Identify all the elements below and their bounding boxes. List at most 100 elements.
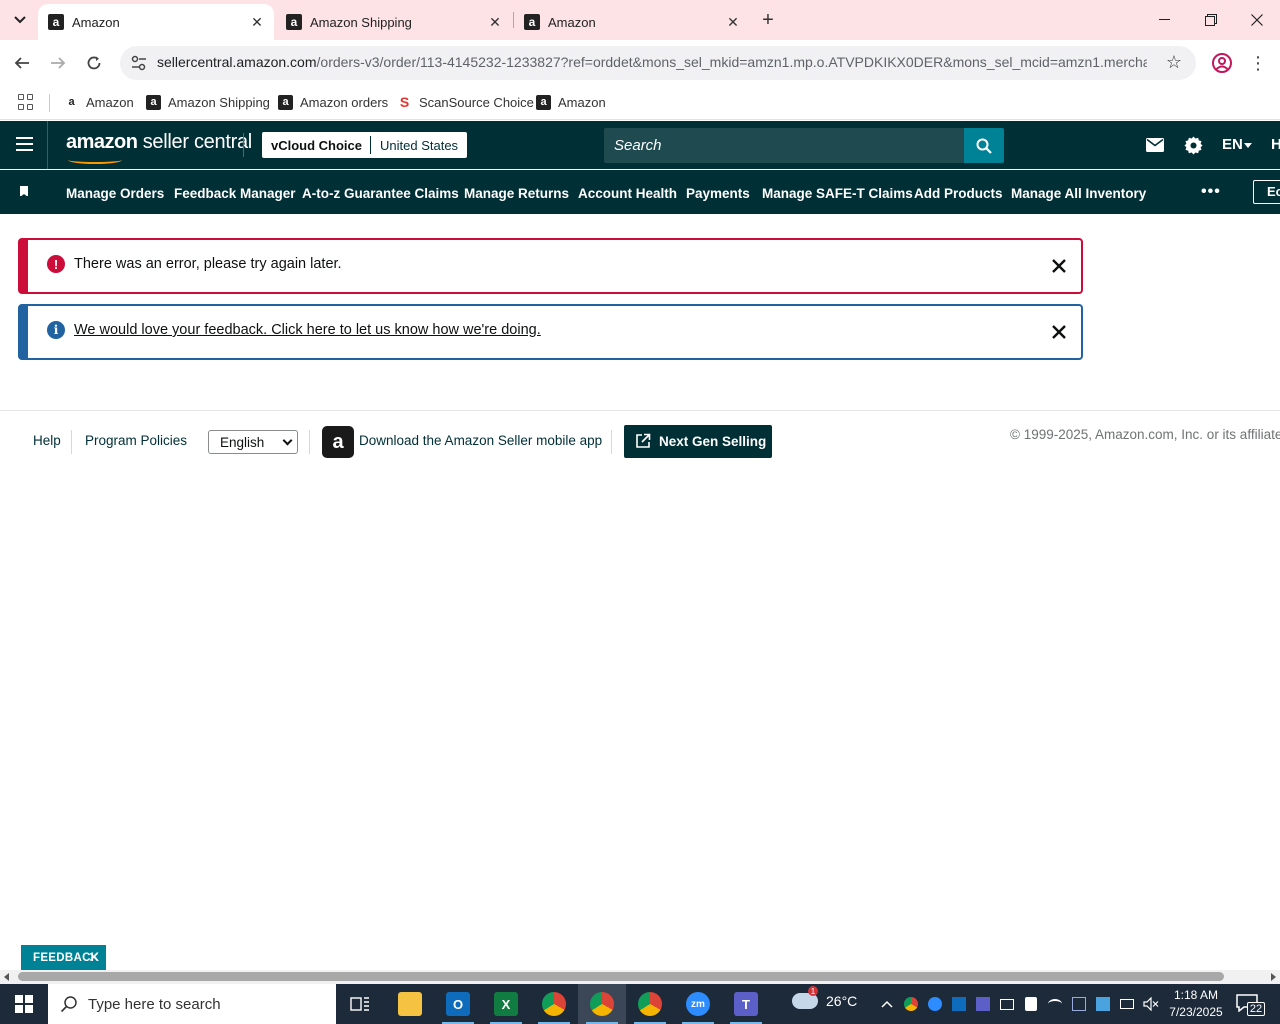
bookmark-amazon-orders[interactable]: a Amazon orders [278, 91, 388, 113]
taskbar-teams[interactable]: T [722, 984, 770, 1024]
feedback-tab[interactable]: FEEDBACK ✕ [21, 945, 106, 971]
nav-manage-returns[interactable]: Manage Returns [464, 186, 569, 201]
help-link[interactable]: H [1271, 136, 1280, 153]
amazon-app-icon[interactable]: a [322, 426, 354, 458]
more-options-icon[interactable]: ••• [1201, 183, 1221, 201]
header-divider [47, 121, 48, 169]
taskbar-chrome-profile-active[interactable] [578, 984, 626, 1024]
new-tab-button[interactable]: + [758, 9, 778, 31]
restore-icon [1205, 14, 1217, 26]
taskbar-chrome-profile-2[interactable] [626, 984, 674, 1024]
nav-payments[interactable]: Payments [686, 186, 750, 201]
close-tab-icon[interactable]: ✕ [248, 13, 266, 31]
search-input[interactable]: Search [604, 128, 964, 163]
language-selector[interactable]: EN [1222, 136, 1243, 153]
help-link[interactable]: Help [33, 433, 61, 448]
download-app-link[interactable]: Download the Amazon Seller mobile app [359, 433, 602, 448]
start-button[interactable] [0, 984, 48, 1024]
tray-chrome-icon[interactable] [902, 995, 920, 1013]
apps-grid-icon[interactable] [18, 94, 34, 110]
close-icon[interactable] [1049, 256, 1069, 276]
tab-amazon-active[interactable]: a Amazon ✕ [38, 4, 274, 40]
forward-button[interactable] [45, 50, 71, 76]
tray-security-icon[interactable] [1022, 995, 1040, 1013]
speaker-muted-icon[interactable] [1142, 995, 1160, 1013]
error-alert: ! There was an error, please try again l… [18, 238, 1083, 294]
tray-teams-icon[interactable] [974, 995, 992, 1013]
profile-icon[interactable] [1210, 51, 1234, 75]
caret-down-icon [1244, 143, 1252, 148]
minimize-button[interactable] [1142, 0, 1188, 40]
tab-title: Amazon Shipping [310, 14, 412, 30]
amazon-favicon-icon: a [278, 94, 293, 110]
nav-manage-all-inventory[interactable]: Manage All Inventory [1011, 186, 1146, 201]
task-view-button[interactable] [336, 984, 384, 1024]
notification-center-button[interactable]: 22 [1236, 994, 1266, 1016]
reload-button[interactable] [81, 50, 107, 76]
messages-button[interactable] [1145, 135, 1165, 155]
restore-button[interactable] [1188, 0, 1234, 40]
header-divider [243, 133, 244, 157]
program-policies-link[interactable]: Program Policies [85, 433, 187, 448]
nav-a-to-z-claims[interactable]: A-to-z Guarantee Claims [302, 186, 459, 201]
close-tab-icon[interactable]: ✕ [724, 13, 742, 31]
taskbar-search-box[interactable]: Type here to search [48, 984, 336, 1024]
search-button[interactable] [964, 128, 1004, 163]
excel-icon: X [494, 992, 518, 1016]
back-button[interactable] [9, 50, 35, 76]
nav-manage-orders[interactable]: Manage Orders [66, 186, 164, 201]
bookmark-icon[interactable] [20, 186, 28, 197]
tray-network-off-icon[interactable] [1046, 995, 1064, 1013]
nav-account-health[interactable]: Account Health [578, 186, 677, 201]
bookmark-scansource-choice[interactable]: S ScanSource Choice [397, 91, 534, 113]
system-clock[interactable]: 1:18 AM 7/23/2025 [1168, 987, 1224, 1021]
bookmark-amazon-shipping[interactable]: a Amazon Shipping [146, 91, 270, 113]
bookmark-amazon[interactable]: a Amazon [64, 91, 134, 113]
nav-feedback-manager[interactable]: Feedback Manager [174, 186, 296, 201]
bookmark-star-icon[interactable]: ☆ [1166, 52, 1182, 73]
feedback-link[interactable]: We would love your feedback. Click here … [74, 322, 541, 338]
seller-central-logo[interactable]: amazon seller central [66, 131, 252, 164]
tray-app-icon[interactable] [1094, 995, 1112, 1013]
scroll-left-icon[interactable] [4, 973, 9, 981]
tray-monitor-icon[interactable] [998, 995, 1016, 1013]
address-bar[interactable]: sellercentral.amazon.com/orders-v3/order… [120, 46, 1196, 80]
taskbar-excel[interactable]: X [482, 984, 530, 1024]
navigation-menu-bar: Manage Orders Feedback Manager A-to-z Gu… [0, 170, 1280, 214]
scroll-right-icon[interactable] [1271, 973, 1276, 981]
language-select[interactable]: English [208, 430, 298, 454]
account-switcher[interactable]: vCloud Choice United States [262, 132, 468, 158]
tray-outlook-icon[interactable] [950, 995, 968, 1013]
browser-menu-icon[interactable]: ⋮ [1249, 52, 1267, 74]
scrollbar-thumb[interactable] [18, 972, 1224, 981]
tray-vpn-icon[interactable] [1070, 995, 1088, 1013]
taskbar-chrome[interactable] [530, 984, 578, 1024]
nav-manage-safe-t-claims[interactable]: Manage SAFE-T Claims [762, 186, 913, 201]
weather-widget[interactable]: 1 26°C [792, 986, 857, 1009]
nav-add-products[interactable]: Add Products [914, 186, 1003, 201]
close-tab-icon[interactable]: ✕ [486, 13, 504, 31]
site-settings-icon[interactable] [130, 54, 148, 72]
tray-network-icon[interactable] [1118, 995, 1136, 1013]
close-icon[interactable] [1049, 322, 1069, 342]
tab-amazon-2[interactable]: a Amazon ✕ [514, 4, 750, 40]
tab-search-button[interactable] [8, 8, 32, 32]
logo-amazon-text: amazon [66, 131, 138, 153]
edit-nav-button[interactable]: Ec [1253, 180, 1280, 204]
folder-icon [398, 992, 422, 1016]
taskbar-zoom[interactable]: zm [674, 984, 722, 1024]
horizontal-scrollbar[interactable] [0, 970, 1280, 984]
close-window-button[interactable] [1234, 0, 1280, 40]
bookmark-amazon-2[interactable]: a Amazon [536, 91, 606, 113]
tray-zoom-icon[interactable] [926, 995, 944, 1013]
settings-button[interactable] [1183, 135, 1203, 155]
taskbar-outlook[interactable]: O [434, 984, 482, 1024]
next-gen-selling-label: Next Gen Selling [659, 434, 767, 449]
close-icon[interactable]: ✕ [88, 949, 100, 966]
show-hidden-icons-chevron-up-icon[interactable] [878, 995, 896, 1013]
hamburger-menu-icon[interactable] [16, 137, 33, 151]
taskbar-file-explorer[interactable] [386, 984, 434, 1024]
reload-icon [87, 56, 101, 70]
next-gen-selling-button[interactable]: Next Gen Selling [624, 425, 772, 458]
tab-amazon-shipping[interactable]: a Amazon Shipping ✕ [276, 4, 512, 40]
